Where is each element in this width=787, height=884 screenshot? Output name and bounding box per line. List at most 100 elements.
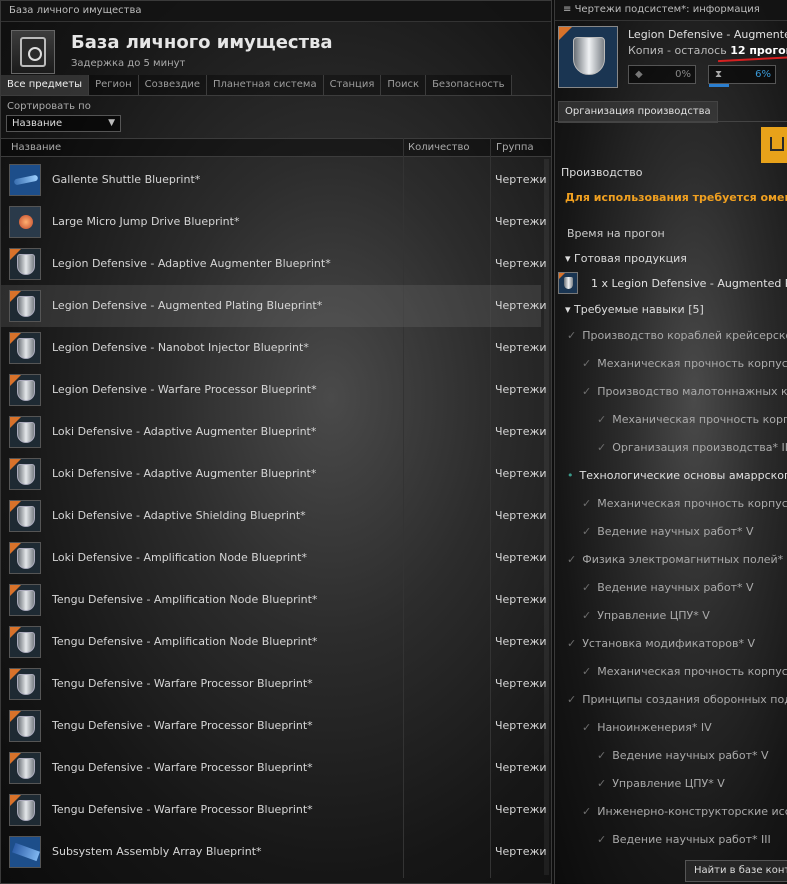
tab-industry[interactable]: Организация производства	[558, 101, 718, 123]
list-item[interactable]: Tengu Defensive - Amplification Node Blu…	[1, 621, 547, 663]
assets-header: База личного имущества Задержка до 5 мин…	[1, 22, 551, 74]
list-item[interactable]: Legion Defensive - Nanobot Injector Blue…	[1, 327, 547, 369]
skill-item[interactable]: ✓Производство малотоннажных кора	[582, 385, 787, 398]
time-efficiency: ⧗ 6%	[708, 65, 776, 87]
list-item[interactable]: Legion Defensive - Adaptive Augmenter Bl…	[1, 243, 547, 285]
tab-security[interactable]: Безопасность	[426, 75, 512, 95]
tab-search[interactable]: Поиск	[381, 75, 427, 95]
list-item[interactable]: Loki Defensive - Adaptive Augmenter Blue…	[1, 453, 547, 495]
item-name: Large Micro Jump Drive Blueprint*	[52, 215, 240, 228]
check-icon: ✓	[582, 497, 592, 510]
check-icon: ✓	[582, 609, 592, 622]
caret-down-icon: ▾	[565, 252, 575, 265]
check-icon: ✓	[597, 413, 607, 426]
skill-item[interactable]: ✓ Производство кораблей крейсерского	[567, 329, 787, 342]
item-group: Чертежи	[495, 719, 547, 732]
item-group: Чертежи	[495, 467, 547, 480]
shield-icon	[9, 458, 41, 490]
tab-station[interactable]: Станция	[323, 75, 382, 95]
skill-item[interactable]: ✓ Механическая прочность корпуса* I	[582, 357, 787, 370]
item-name: Gallente Shuttle Blueprint*	[52, 173, 201, 186]
lock-icon[interactable]	[761, 127, 787, 163]
sort-dropdown[interactable]: Название ▼	[6, 115, 121, 132]
item-name: Legion Defensive - Adaptive Augmenter Bl…	[52, 257, 331, 270]
menu-icon[interactable]: ≡	[563, 4, 575, 15]
location-tabs: Все предметы Регион Созвездие Планетная …	[1, 75, 551, 96]
blueprint-icon	[558, 26, 618, 88]
list-item[interactable]: Loki Defensive - Adaptive Augmenter Blue…	[1, 411, 547, 453]
skill-item[interactable]: ✓Механическая прочность корпуса	[597, 413, 787, 426]
shield-icon	[9, 542, 41, 574]
skill-item[interactable]: ✓Механическая прочность корпуса* V	[582, 497, 787, 510]
item-name: Subsystem Assembly Array Blueprint*	[52, 845, 262, 858]
bullet-icon: •	[567, 469, 574, 482]
skill-item[interactable]: ✓Инженерно-конструкторские исслед	[582, 805, 787, 818]
skill-item[interactable]: ✓ Установка модификаторов* V	[567, 637, 755, 650]
check-icon: ✓	[567, 553, 577, 566]
find-contracts-button[interactable]: Найти в базе конт	[685, 860, 787, 882]
list-item[interactable]: Legion Defensive - Warfare Processor Blu…	[1, 369, 547, 411]
skill-item[interactable]: ✓ Управление ЦПУ* V	[582, 609, 710, 622]
shield-icon	[9, 710, 41, 742]
item-group: Чертежи	[495, 761, 547, 774]
skill-item[interactable]: ✓ Ведение научных работ* III	[597, 833, 771, 846]
skill-item[interactable]: ✓ Организация производства* II	[597, 441, 787, 454]
item-name: Legion Defensive - Augmented Plating Blu…	[52, 299, 323, 312]
col-group[interactable]: Группа	[496, 139, 534, 156]
skills-toggle[interactable]: ▾ Требуемые навыки [5]	[565, 303, 704, 316]
tab-all-items[interactable]: Все предметы	[1, 75, 90, 95]
shield-icon	[9, 374, 41, 406]
material-efficiency: ◆ 0%	[628, 65, 696, 84]
shuttle-icon	[9, 164, 41, 196]
skill-item[interactable]: ✓ Управление ЦПУ* V	[597, 777, 725, 790]
list-item[interactable]: Loki Defensive - Amplification Node Blue…	[1, 537, 547, 579]
list-item[interactable]: Subsystem Assembly Array Blueprint* Черт…	[1, 831, 547, 873]
tab-region[interactable]: Регион	[89, 75, 139, 95]
item-name: Tengu Defensive - Amplification Node Blu…	[52, 635, 318, 648]
list-item[interactable]: Tengu Defensive - Warfare Processor Blue…	[1, 663, 547, 705]
list-item[interactable]: Tengu Defensive - Warfare Processor Blue…	[1, 789, 547, 831]
check-icon: ✓	[582, 525, 592, 538]
tab-constellation[interactable]: Созвездие	[138, 75, 208, 95]
check-icon: ✓	[597, 833, 607, 846]
tab-solar-system[interactable]: Планетная система	[207, 75, 324, 95]
list-item[interactable]: Loki Defensive - Adaptive Shielding Blue…	[1, 495, 547, 537]
check-icon: ✓	[567, 329, 577, 342]
list-item[interactable]: Gallente Shuttle Blueprint* Чертежи	[1, 159, 547, 201]
shield-icon	[9, 416, 41, 448]
col-name[interactable]: Название	[11, 139, 61, 156]
skills-label: Требуемые навыки [5]	[574, 303, 704, 316]
list-item[interactable]: Large Micro Jump Drive Blueprint* Чертеж…	[1, 201, 547, 243]
list-item[interactable]: Tengu Defensive - Warfare Processor Blue…	[1, 747, 547, 789]
window-title[interactable]: База личного имущества	[1, 1, 551, 22]
product-line[interactable]: 1 x Legion Defensive - Augmented P	[591, 277, 787, 290]
check-icon: ✓	[582, 665, 592, 678]
shield-icon	[9, 500, 41, 532]
list-item[interactable]: Legion Defensive - Augmented Plating Blu…	[1, 285, 547, 327]
skill-item[interactable]: ✓ Принципы создания оборонных подси	[567, 693, 787, 706]
list-item[interactable]: Tengu Defensive - Amplification Node Blu…	[1, 579, 547, 621]
check-icon: ✓	[567, 637, 577, 650]
jump-drive-icon	[9, 206, 41, 238]
column-header: Название Количество Группа	[1, 138, 551, 157]
copy-runs: Копия - осталось 12 прогоно	[628, 44, 787, 57]
skill-item[interactable]: ✓ Ведение научных работ* V	[597, 749, 769, 762]
item-name: Tengu Defensive - Warfare Processor Blue…	[52, 803, 313, 816]
gem-icon: ◆	[635, 69, 643, 80]
item-name: Loki Defensive - Adaptive Augmenter Blue…	[52, 467, 317, 480]
col-quantity[interactable]: Количество	[408, 139, 470, 156]
window-title[interactable]: ≡ Чертежи подсистем*: информация	[555, 0, 787, 21]
item-name: Legion Defensive - Nanobot Injector Blue…	[52, 341, 309, 354]
skill-item[interactable]: ✓ Физика электромагнитных полей* IV	[567, 553, 787, 566]
skill-item[interactable]: ✓ Ведение научных работ* V	[582, 525, 754, 538]
skill-item[interactable]: ✓ Ведение научных работ* V	[582, 581, 754, 594]
products-toggle[interactable]: ▾ Готовая продукция	[565, 252, 687, 265]
skill-item[interactable]: • Технологические основы амаррского к	[567, 469, 787, 482]
skill-item[interactable]: ✓ Механическая прочность корпуса* I	[582, 665, 787, 678]
item-group: Чертежи	[495, 341, 547, 354]
scrollbar[interactable]	[544, 159, 549, 875]
item-group: Чертежи	[495, 257, 547, 270]
caret-down-icon: ▾	[565, 303, 575, 316]
skill-item[interactable]: ✓ Наноинженерия* IV	[582, 721, 712, 734]
list-item[interactable]: Tengu Defensive - Warfare Processor Blue…	[1, 705, 547, 747]
